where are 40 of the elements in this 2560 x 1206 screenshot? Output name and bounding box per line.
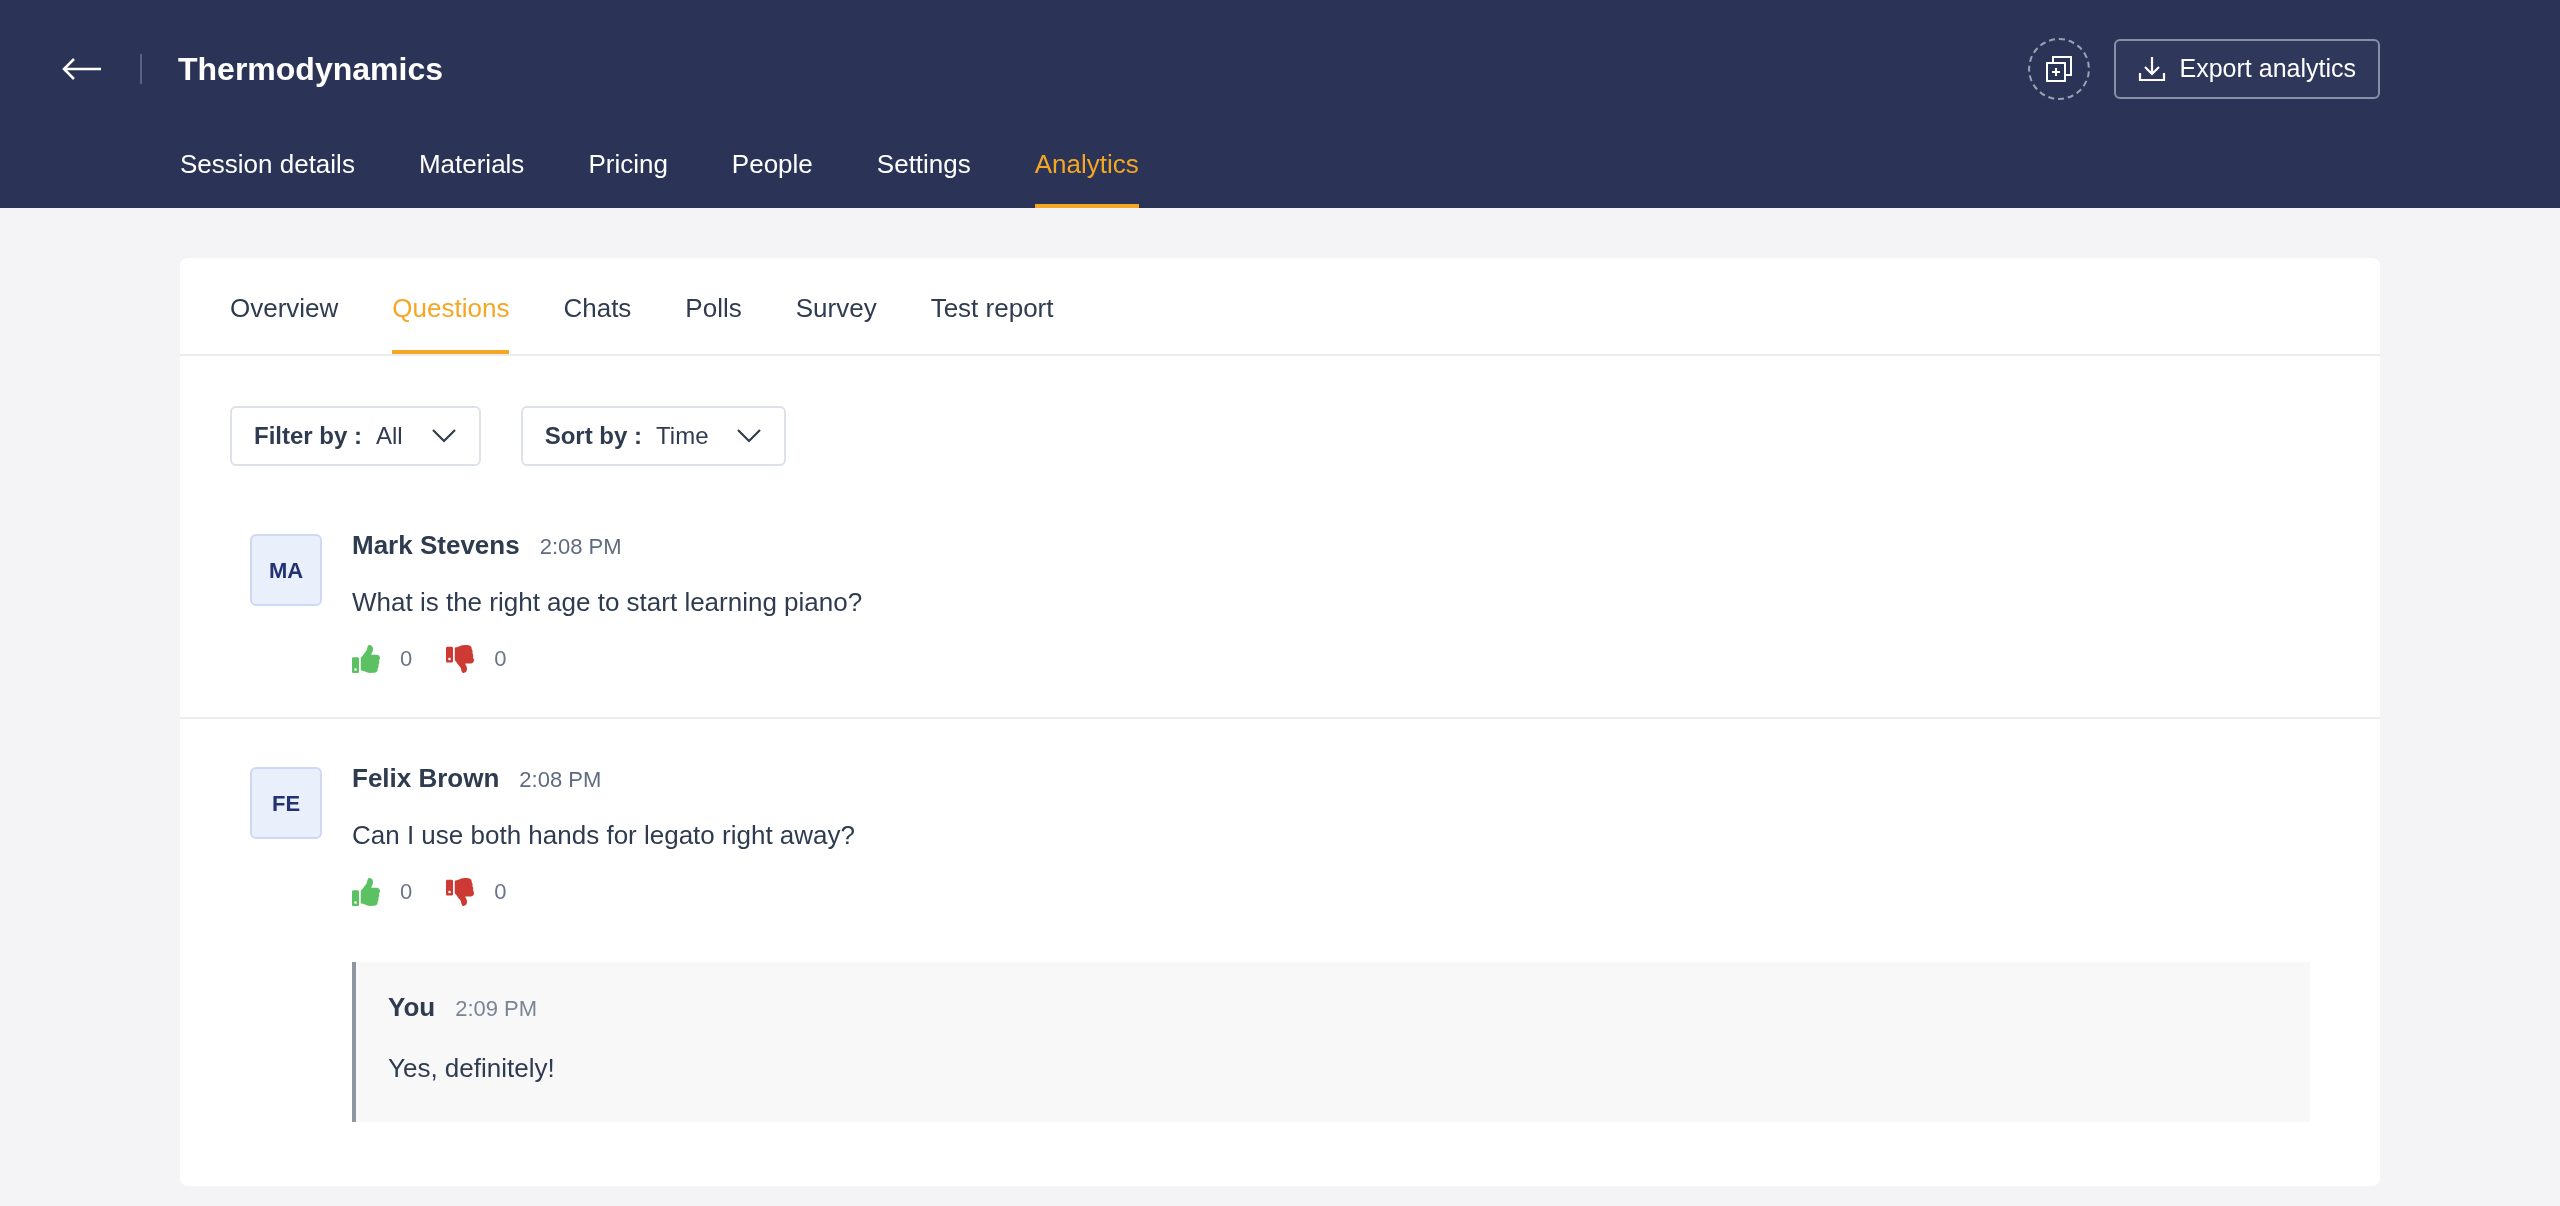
nav-tab[interactable]: Settings: [876, 138, 971, 208]
thumbs-up-icon[interactable]: [352, 877, 380, 906]
nav-tab[interactable]: Analytics: [1034, 138, 1139, 208]
avatar: MA: [250, 534, 322, 606]
author-name: Felix Brown: [352, 762, 500, 795]
chevron-down-icon: [430, 428, 457, 444]
timestamp: 2:09 PM: [455, 995, 538, 1023]
question-text: Can I use both hands for legato right away?: [352, 819, 856, 852]
chevron-down-icon: [736, 428, 763, 444]
dropdown-button[interactable]: Filter by : All: [230, 406, 481, 466]
nav-tab[interactable]: Session details: [180, 138, 355, 208]
question-text: What is the right age to start learning piano?: [352, 586, 864, 619]
sub-tab[interactable]: Test report: [930, 258, 1054, 354]
copy-plus-icon: [2045, 56, 2072, 82]
sub-tab[interactable]: Overview: [230, 258, 339, 354]
export-analytics-button[interactable]: Export analytics: [2113, 39, 2380, 99]
thumbs-down-icon[interactable]: [446, 644, 475, 673]
nav-tab[interactable]: Pricing: [588, 138, 668, 208]
sub-tab[interactable]: Survey: [795, 258, 877, 354]
sub-tab[interactable]: Chats: [563, 258, 632, 354]
back-arrow-icon: [61, 57, 103, 81]
timestamp: 2:08 PM: [539, 533, 622, 561]
sub-tab[interactable]: Polls: [685, 258, 742, 354]
downvote-count: 0: [494, 878, 507, 906]
upvote-count: 0: [400, 878, 413, 906]
thumbs-down-icon[interactable]: [446, 877, 475, 906]
reply-text: Yes, definitely!: [388, 1052, 556, 1085]
downvote-count: 0: [494, 645, 507, 673]
timestamp: 2:08 PM: [519, 766, 602, 794]
add-copy-button[interactable]: [2027, 38, 2090, 100]
nav-tab[interactable]: People: [731, 138, 813, 208]
nav-tab[interactable]: Materials: [418, 138, 525, 208]
avatar: FE: [250, 767, 322, 839]
reply-author: You: [388, 991, 436, 1024]
session-title: Thermodynamics: [178, 50, 443, 89]
dropdown-button[interactable]: Sort by : Time: [520, 406, 787, 466]
upvote-count: 0: [400, 645, 413, 673]
author-name: Mark Stevens: [352, 529, 520, 562]
download-icon: [2137, 55, 2166, 83]
thumbs-up-icon[interactable]: [352, 644, 380, 673]
